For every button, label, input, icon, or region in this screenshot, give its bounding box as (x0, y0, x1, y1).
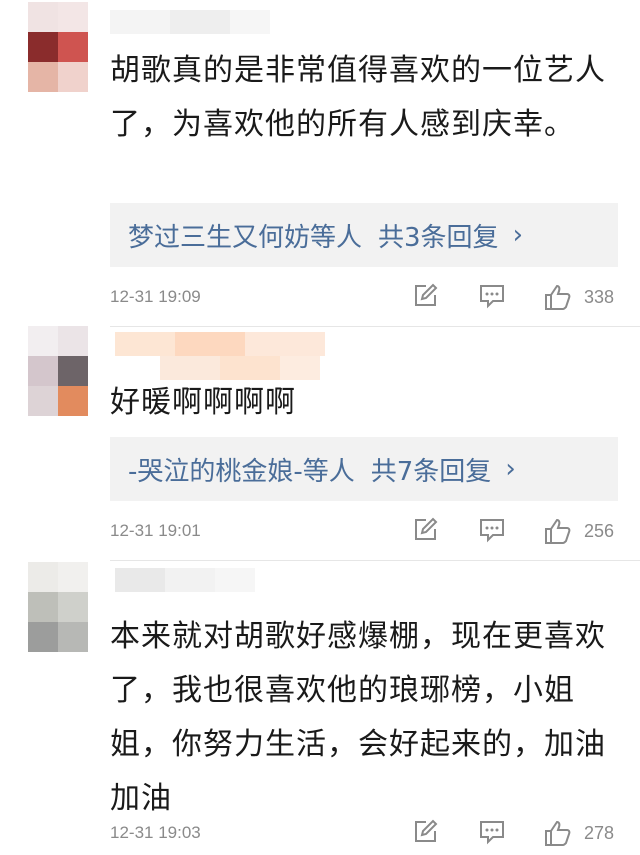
username[interactable] (110, 10, 270, 34)
comment-text: 本来就对胡歌好感爆棚，现在更喜欢了，我也很喜欢他的琅琊榜，小姐姐，你努力生活，会… (110, 619, 606, 816)
replies-link[interactable]: 梦过三生又何妨等人 共3条回复 › (110, 203, 618, 267)
chevron-right-icon: › (512, 220, 523, 250)
divider (110, 326, 640, 327)
thumbs-up-icon[interactable] (544, 517, 574, 547)
thumbs-up-icon[interactable] (544, 283, 574, 313)
replies-link[interactable]: -哭泣的桃金娘-等人 共7条回复 › (110, 437, 618, 501)
reply-count: 共7条回复 (370, 456, 492, 487)
timestamp: 12-31 19:03 (110, 823, 201, 842)
comment-meta: 12-31 19:03 278 (110, 819, 620, 849)
username[interactable] (115, 332, 325, 356)
edit-icon[interactable] (412, 283, 442, 313)
comment-meta: 12-31 19:01 256 (110, 517, 620, 547)
chevron-right-icon: › (505, 454, 516, 484)
avatar[interactable] (28, 562, 88, 652)
thumbs-up-icon[interactable] (544, 819, 574, 849)
like-count: 338 (584, 287, 615, 307)
comment-icon[interactable] (478, 283, 508, 313)
comment-icon[interactable] (478, 517, 508, 547)
comment-icon[interactable] (478, 819, 508, 849)
reply-count: 共3条回复 (378, 222, 499, 253)
like-count: 278 (584, 823, 615, 843)
comment-text: 胡歌真的是非常值得喜欢的一位艺人了，为喜欢他的所有人感到庆幸。 (110, 53, 606, 142)
reply-names: -哭泣的桃金娘-等人 (128, 456, 355, 487)
edit-icon[interactable] (412, 517, 442, 547)
comment-meta: 12-31 19:09 338 (110, 283, 620, 313)
avatar[interactable] (28, 326, 88, 416)
divider (110, 560, 640, 561)
timestamp: 12-31 19:01 (110, 521, 201, 540)
edit-icon[interactable] (412, 819, 442, 849)
timestamp: 12-31 19:09 (110, 287, 201, 306)
reply-names: 梦过三生又何妨等人 (128, 222, 363, 253)
comment-text: 好暖啊啊啊啊 (110, 385, 296, 420)
like-count: 256 (584, 521, 615, 541)
avatar[interactable] (28, 2, 88, 92)
username[interactable] (115, 568, 255, 592)
